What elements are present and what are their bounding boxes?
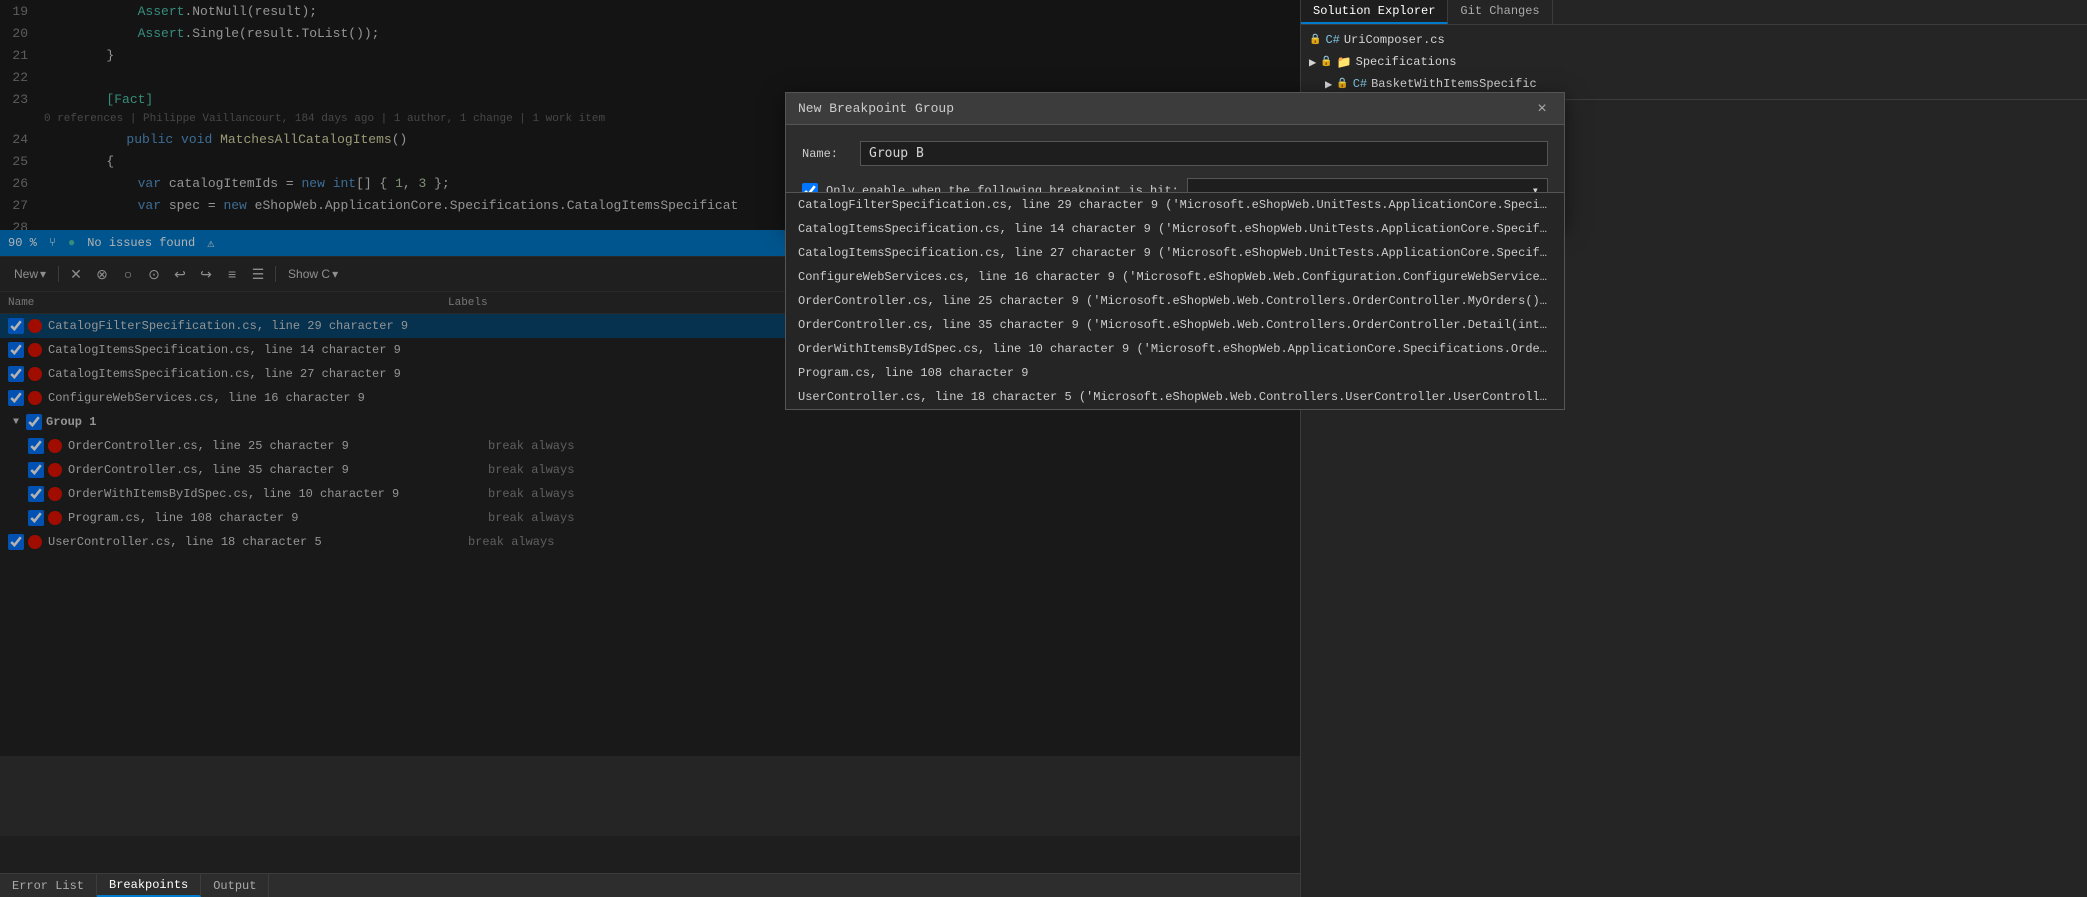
dropdown-item[interactable]: OrderController.cs, line 25 character 9 … (786, 289, 1564, 313)
dialog-name-label: Name: (802, 147, 852, 161)
solution-tree: 🔒 C# UriComposer.cs ▶ 🔒 📁 Specifications… (1301, 25, 2087, 99)
tab-label-breakpoints: Breakpoints (109, 878, 188, 892)
lock-icon-2: 🔒 (1320, 56, 1332, 68)
tab-sol-label: Solution Explorer (1313, 4, 1435, 18)
dialog-name-row: Name: (802, 141, 1548, 166)
dropdown-item[interactable]: CatalogItemsSpecification.cs, line 14 ch… (786, 217, 1564, 241)
dropdown-item[interactable]: CatalogFilterSpecification.cs, line 29 c… (786, 193, 1564, 217)
cs-file-icon-2: C# (1353, 77, 1367, 91)
dialog-title: New Breakpoint Group (798, 101, 954, 116)
tab-output[interactable]: Output (201, 874, 269, 897)
sol-specs-label: Specifications (1356, 55, 1457, 69)
tab-label-error-list: Error List (12, 879, 84, 893)
dropdown-item[interactable]: CatalogItemsSpecification.cs, line 27 ch… (786, 241, 1564, 265)
sol-item-uricomposer[interactable]: 🔒 C# UriComposer.cs (1301, 29, 2087, 51)
folder-icon-specs: 📁 (1337, 55, 1352, 70)
sol-item-specifications[interactable]: ▶ 🔒 📁 Specifications (1301, 51, 2087, 73)
tab-solution-explorer[interactable]: Solution Explorer (1301, 0, 1448, 24)
dropdown-item[interactable]: ConfigureWebServices.cs, line 16 charact… (786, 265, 1564, 289)
dialog-title-bar: New Breakpoint Group × (786, 93, 1564, 125)
dropdown-item[interactable]: OrderController.cs, line 35 character 9 … (786, 313, 1564, 337)
tab-git-label: Git Changes (1460, 4, 1539, 18)
expand-icon-specs: ▶ (1309, 55, 1316, 70)
dialog-name-input[interactable] (860, 141, 1548, 166)
tab-error-list[interactable]: Error List (0, 874, 97, 897)
dialog-close-button[interactable]: × (1532, 99, 1552, 119)
dropdown-item[interactable]: Program.cs, line 108 character 9 (786, 361, 1564, 385)
solution-explorer-tabs: Solution Explorer Git Changes (1301, 0, 2087, 25)
bottom-tabs: Error List Breakpoints Output (0, 873, 1300, 897)
sol-basket-label: BasketWithItemsSpecific (1371, 77, 1537, 91)
tab-git-changes[interactable]: Git Changes (1448, 0, 1552, 24)
expand-icon-basket: ▶ (1325, 77, 1332, 92)
lock-icon-3: 🔒 (1336, 78, 1348, 90)
dropdown-item[interactable]: UserController.cs, line 18 character 5 (… (786, 385, 1564, 409)
breakpoint-dropdown-list[interactable]: CatalogFilterSpecification.cs, line 29 c… (785, 192, 1565, 410)
tab-breakpoints[interactable]: Breakpoints (97, 874, 201, 897)
sol-item-label: UriComposer.cs (1344, 33, 1445, 47)
tab-label-output: Output (213, 879, 256, 893)
cs-file-icon: C# (1325, 33, 1339, 47)
dropdown-item[interactable]: OrderWithItemsByIdSpec.cs, line 10 chara… (786, 337, 1564, 361)
lock-icon: 🔒 (1309, 34, 1321, 46)
